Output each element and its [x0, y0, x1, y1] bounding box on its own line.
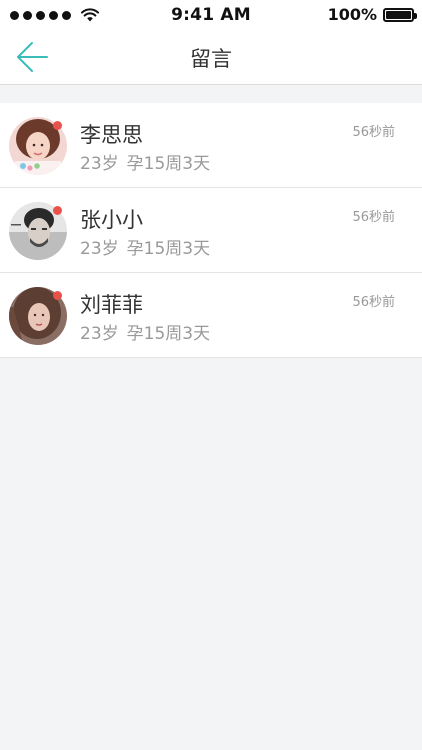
contact-age: 23岁	[80, 324, 119, 344]
pregnancy-week: 孕15周3天	[126, 239, 211, 259]
battery-icon	[383, 7, 417, 22]
contact-age: 23岁	[80, 239, 119, 259]
contact-age: 23岁	[80, 154, 119, 174]
unread-dot	[53, 121, 62, 130]
contact-name: 刘菲菲	[80, 293, 143, 317]
message-list-item[interactable]: 张小小 23岁 孕15周3天 56秒前	[0, 188, 422, 273]
battery-percentage: 100%	[327, 5, 377, 24]
avatar-container	[9, 117, 67, 175]
contact-name: 张小小	[80, 208, 143, 232]
contact-details: 23岁 孕15周3天	[80, 149, 210, 174]
battery-indicator: 100%	[327, 5, 417, 24]
avatar-container	[9, 202, 67, 260]
unread-dot	[53, 291, 62, 300]
status-bar: 9:41 AM 100%	[0, 0, 422, 30]
message-time: 56秒前	[352, 125, 395, 140]
message-list-item[interactable]: 李思思 23岁 孕15周3天 56秒前	[0, 103, 422, 188]
pregnancy-week: 孕15周3天	[126, 324, 211, 344]
screen: 9:41 AM 100% 留言 李思思 23岁 孕15周3天 56秒前 张小小 …	[0, 0, 422, 750]
pregnancy-week: 孕15周3天	[126, 154, 211, 174]
contact-details: 23岁 孕15周3天	[80, 319, 210, 344]
unread-dot	[53, 206, 62, 215]
avatar-container	[9, 287, 67, 345]
contact-name: 李思思	[80, 123, 143, 147]
navigation-bar: 留言	[0, 30, 422, 85]
message-list-item[interactable]: 刘菲菲 23岁 孕15周3天 56秒前	[0, 273, 422, 358]
page-title: 留言	[190, 47, 232, 71]
message-time: 56秒前	[352, 295, 395, 310]
message-list: 李思思 23岁 孕15周3天 56秒前 张小小 23岁 孕15周3天 56秒前 …	[0, 103, 422, 358]
message-time: 56秒前	[352, 210, 395, 225]
contact-details: 23岁 孕15周3天	[80, 234, 210, 259]
